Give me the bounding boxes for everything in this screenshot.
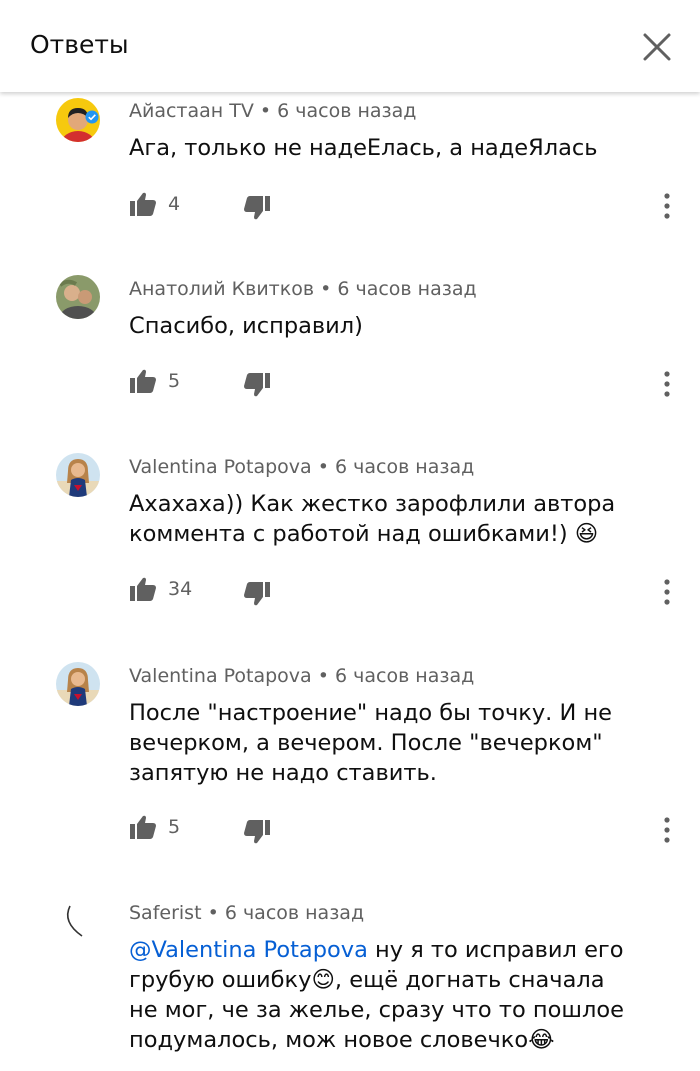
comment-author[interactable]: Saferist [129, 902, 202, 924]
meta-separator: • [314, 278, 338, 300]
more-actions-button[interactable] [657, 370, 677, 398]
like-button[interactable] [129, 368, 157, 394]
comment-meta: Айастаан TV • 6 часов назад [129, 100, 416, 122]
close-button[interactable] [640, 30, 674, 64]
more-actions-button[interactable] [657, 192, 677, 220]
comment-text: @Valentina Potapova ну я то исправил его… [129, 935, 629, 1055]
more-actions-button[interactable] [657, 816, 677, 844]
avatar[interactable] [56, 900, 100, 944]
comment-author[interactable]: Valentina Potapova [129, 456, 312, 478]
meta-separator: • [311, 665, 335, 687]
close-icon [643, 33, 671, 61]
more-vert-icon [664, 193, 670, 219]
thumbs-up-icon [130, 192, 156, 216]
like-button[interactable] [129, 576, 157, 602]
comment-time: 6 часов назад [337, 278, 477, 300]
comment-time: 6 часов назад [224, 902, 365, 924]
comment-meta: Valentina Potapova • 6 часов назад [129, 665, 474, 687]
verified-check-icon [85, 110, 99, 124]
more-actions-button[interactable] [657, 578, 677, 606]
thumbs-up-icon [130, 369, 156, 393]
thumbs-down-icon [244, 820, 270, 844]
avatar[interactable] [56, 275, 100, 319]
avatar[interactable] [56, 453, 100, 497]
meta-separator: • [201, 902, 225, 924]
replies-header: Ответы [0, 0, 700, 92]
mention-link[interactable]: @Valentina Potapova [129, 937, 368, 963]
dislike-button[interactable] [243, 372, 271, 398]
meta-separator: • [311, 456, 335, 478]
more-vert-icon [664, 371, 670, 397]
meta-separator: • [253, 100, 278, 122]
like-count: 5 [168, 370, 181, 392]
avatar[interactable] [56, 98, 100, 142]
comment-author[interactable]: Анатолий Квитков [129, 278, 314, 300]
more-vert-icon [664, 579, 670, 605]
like-button[interactable] [129, 191, 157, 217]
comment-meta: Анатолий Квитков • 6 часов назад [129, 278, 477, 300]
comment-text: Ага, только не надеЕлась, а надеЯлась [129, 135, 598, 161]
dislike-button[interactable] [243, 819, 271, 845]
comment-text: Спасибо, исправил) [129, 313, 363, 339]
comment-author[interactable]: Valentina Potapova [129, 665, 312, 687]
like-button[interactable] [129, 814, 157, 840]
comment-meta: Valentina Potapova • 6 часов назад [129, 456, 474, 478]
like-count: 4 [168, 193, 181, 215]
comment-time: 6 часов назад [335, 456, 475, 478]
comment-author[interactable]: Айастаан TV [129, 100, 254, 122]
thumbs-up-icon [130, 815, 156, 839]
comment-time: 6 часов назад [277, 100, 417, 122]
avatar[interactable] [56, 662, 100, 706]
comment-text: Ахахаха)) Как жестко зарофлили автора ко… [129, 491, 616, 547]
like-count: 34 [168, 578, 193, 600]
like-count: 5 [168, 816, 181, 838]
more-vert-icon [664, 817, 670, 843]
thumbs-down-icon [244, 373, 270, 397]
comment-text: После "настроение" надо бы точку. И не в… [129, 700, 613, 786]
page-title: Ответы [30, 30, 129, 59]
thumbs-down-icon [244, 196, 270, 220]
thumbs-down-icon [244, 582, 270, 606]
comment-meta: Saferist • 6 часов назад [129, 902, 364, 924]
comment-time: 6 часов назад [335, 665, 475, 687]
dislike-button[interactable] [243, 195, 271, 221]
dislike-button[interactable] [243, 581, 271, 607]
thumbs-up-icon [130, 577, 156, 601]
